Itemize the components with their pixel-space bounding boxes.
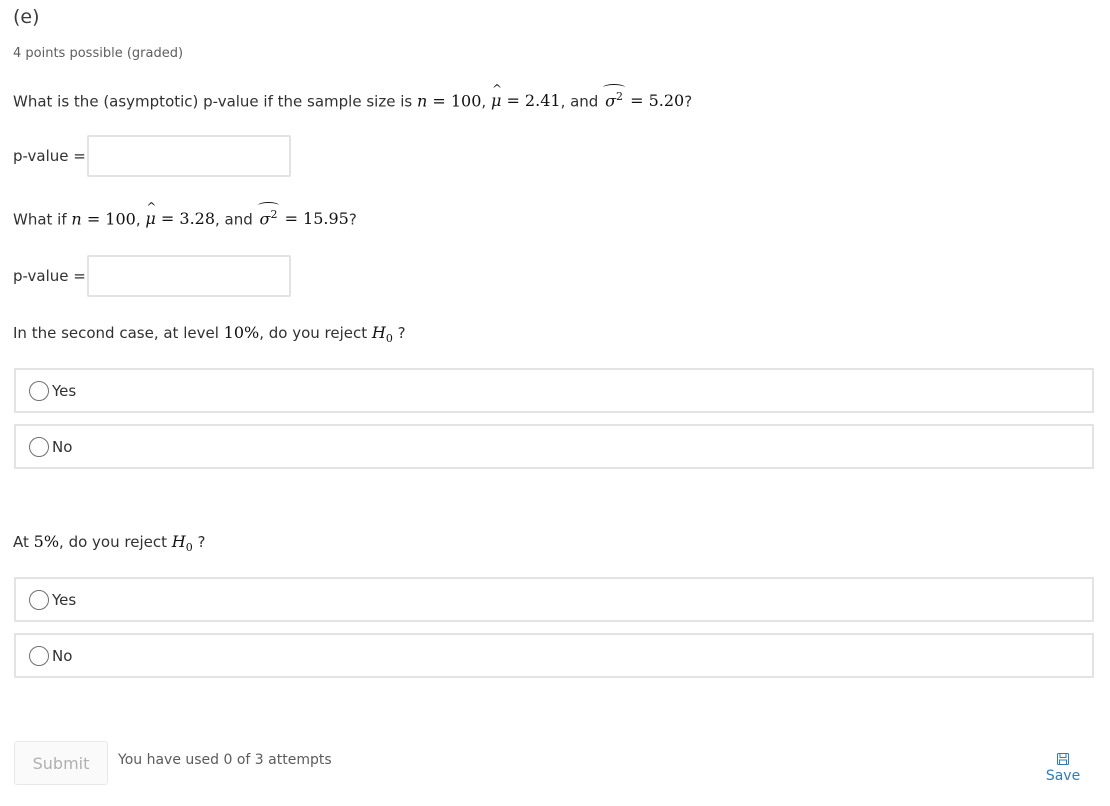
math-mu-hat: μ = 3.28 (145, 200, 215, 228)
question-1-prefix: What is the (asymptotic) p-value if the … (13, 92, 417, 111)
radio-button[interactable] (29, 589, 49, 610)
math-level: 5% (33, 532, 60, 551)
choice-no-q4[interactable]: No (14, 633, 1094, 678)
math-n: n = 100 (71, 209, 136, 229)
radio-button[interactable] (29, 645, 49, 666)
points-possible: 4 points possible (graded) (13, 46, 184, 61)
choice-yes-q3[interactable]: Yes (14, 368, 1094, 413)
choice-no-q3[interactable]: No (14, 424, 1094, 469)
math-level: 10% (223, 323, 260, 342)
math-mu-hat: μ = 2.41 (491, 82, 561, 110)
pvalue-label-1: p-value = (13, 147, 86, 165)
radio-button[interactable] (29, 436, 49, 457)
submit-button[interactable]: Submit (14, 741, 108, 785)
floppy-disk-icon (1057, 753, 1069, 765)
math-h0: H0 (371, 323, 393, 346)
pvalue-label-2: p-value = (13, 267, 86, 285)
math-sigma2-hat: σ2 = 15.95 (257, 201, 349, 229)
math-h0: H0 (171, 532, 193, 555)
question-4-text: At 5%, do you reject H0 ? (13, 532, 206, 555)
choice-yes-q4[interactable]: Yes (14, 577, 1094, 622)
math-n: n = 100 (416, 91, 482, 111)
math-sigma2-hat: σ2 = 5.20 (603, 83, 685, 111)
save-label: Save (1045, 768, 1081, 784)
pvalue-input-1[interactable] (87, 135, 291, 177)
problem-title: (e) (13, 6, 40, 28)
pvalue-input-2[interactable] (87, 255, 291, 297)
question-3-text: In the second case, at level 10%, do you… (13, 323, 406, 346)
attempts-text: You have used 0 of 3 attempts (118, 752, 332, 768)
question-2-text: What if n = 100, μ = 3.28, and σ2 = 15.9… (13, 200, 357, 229)
question-2-prefix: What if (13, 210, 72, 229)
save-button[interactable]: Save (1040, 753, 1086, 784)
question-1-text: What is the (asymptotic) p-value if the … (13, 82, 692, 111)
radio-button[interactable] (29, 380, 49, 401)
